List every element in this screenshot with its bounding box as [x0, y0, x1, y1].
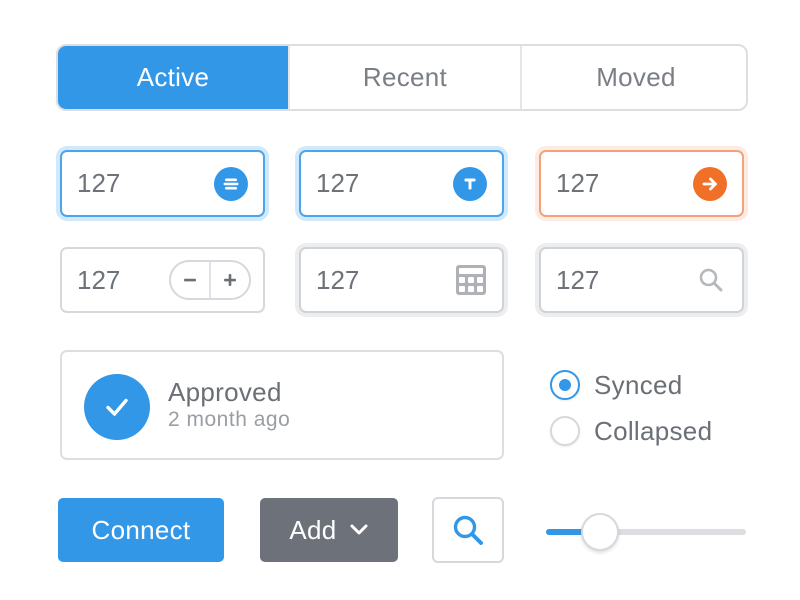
calculator-icon[interactable] — [455, 264, 487, 296]
search-icon[interactable] — [698, 267, 724, 293]
input-value: 127 — [77, 168, 121, 198]
quantity-stepper-input[interactable]: 127 — [60, 247, 265, 313]
approval-card: Approved 2 month ago — [60, 350, 504, 460]
card-title: Approved — [168, 377, 282, 407]
input-value: 127 — [556, 264, 600, 295]
chevron-down-icon — [350, 524, 368, 535]
radio-button-checked[interactable] — [550, 370, 580, 400]
number-input-text[interactable]: 127 — [299, 150, 504, 217]
search-input[interactable]: 127 — [539, 247, 744, 313]
radio-synced[interactable]: Synced — [550, 369, 683, 401]
radio-label: Synced — [594, 369, 683, 400]
card-timestamp: 2 month ago — [168, 408, 291, 431]
input-value: 127 — [316, 264, 360, 295]
slider-thumb[interactable] — [581, 513, 619, 551]
arrow-right-icon[interactable] — [693, 166, 727, 201]
radio-button-unchecked[interactable] — [550, 416, 580, 446]
add-button-label: Add — [289, 514, 337, 545]
checkmark-icon — [84, 374, 150, 440]
radio-label: Collapsed — [594, 415, 713, 446]
connect-button-label: Connect — [91, 514, 191, 545]
plus-icon — [224, 274, 236, 286]
decrement-button[interactable] — [171, 262, 209, 298]
increment-button[interactable] — [209, 262, 249, 298]
quantity-stepper — [169, 260, 251, 300]
minus-icon — [184, 278, 196, 282]
add-dropdown-button[interactable]: Add — [260, 498, 398, 562]
tab-recent[interactable]: Recent — [288, 46, 520, 109]
number-input-strikethrough[interactable]: 127 — [60, 150, 265, 217]
tab-moved[interactable]: Moved — [520, 46, 746, 109]
input-value: 127 — [77, 264, 121, 295]
search-button[interactable] — [432, 497, 504, 563]
input-value: 127 — [316, 168, 360, 198]
segmented-tabs: Active Recent Moved — [56, 44, 748, 111]
input-value: 127 — [556, 168, 600, 198]
radio-collapsed[interactable]: Collapsed — [550, 415, 712, 447]
strikethrough-icon[interactable] — [214, 166, 248, 201]
search-icon — [453, 515, 483, 545]
tab-active[interactable]: Active — [58, 46, 288, 109]
text-t-icon[interactable] — [453, 166, 487, 201]
connect-button[interactable]: Connect — [58, 498, 224, 562]
number-input-go[interactable]: 127 — [539, 150, 744, 217]
number-input-calculator[interactable]: 127 — [299, 247, 504, 313]
